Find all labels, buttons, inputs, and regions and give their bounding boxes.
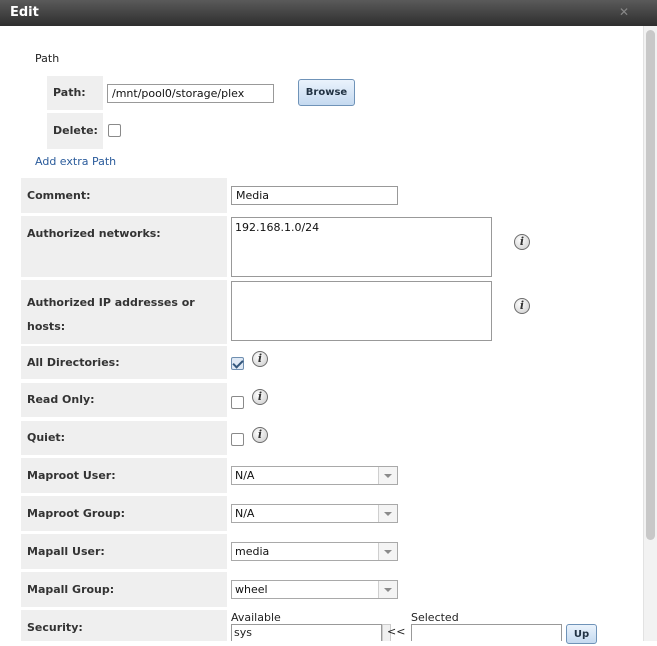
- authorized-ips-label-line2: hosts:: [27, 320, 66, 333]
- add-extra-path-link[interactable]: Add extra Path: [35, 155, 116, 168]
- read-only-checkbox[interactable]: [231, 396, 244, 409]
- mapall-user-label: Mapall User:: [21, 534, 227, 569]
- security-available-item[interactable]: sys: [232, 625, 381, 640]
- maproot-group-value: N/A: [235, 507, 255, 520]
- mapall-group-label: Mapall Group:: [21, 572, 227, 607]
- authorized-ips-textarea[interactable]: [231, 281, 492, 341]
- path-input[interactable]: [107, 84, 274, 103]
- close-icon[interactable]: ✕: [617, 5, 631, 19]
- browse-button[interactable]: Browse: [298, 79, 355, 106]
- comment-label: Comment:: [21, 178, 227, 213]
- delete-checkbox[interactable]: [108, 124, 121, 137]
- security-available-list[interactable]: sys: [231, 624, 382, 641]
- quiet-checkbox[interactable]: [231, 433, 244, 446]
- all-directories-checkbox[interactable]: [231, 357, 244, 370]
- all-directories-label: All Directories:: [21, 346, 227, 379]
- security-label: Security:: [21, 610, 227, 641]
- security-available-label: Available: [231, 611, 281, 624]
- quiet-label: Quiet:: [21, 421, 227, 455]
- chevron-down-icon[interactable]: [378, 505, 397, 522]
- maproot-group-select[interactable]: N/A: [231, 504, 398, 523]
- maproot-user-label: Maproot User:: [21, 458, 227, 493]
- authorized-networks-label: Authorized networks:: [21, 216, 227, 277]
- move-left-button[interactable]: <<: [387, 625, 405, 638]
- info-icon[interactable]: i: [514, 234, 530, 250]
- maproot-group-label: Maproot Group:: [21, 496, 227, 531]
- info-icon[interactable]: i: [252, 389, 268, 405]
- security-selected-label: Selected: [411, 611, 459, 624]
- path-label: Path:: [47, 76, 103, 110]
- move-up-button[interactable]: Up: [566, 624, 597, 644]
- chevron-down-icon[interactable]: [378, 581, 397, 598]
- mapall-group-value: wheel: [235, 583, 268, 596]
- path-legend: Path: [35, 52, 60, 65]
- mapall-user-select[interactable]: media: [231, 542, 398, 561]
- dialog-title: Edit: [10, 5, 39, 20]
- comment-input[interactable]: [231, 186, 398, 205]
- info-icon[interactable]: i: [514, 298, 530, 314]
- info-icon[interactable]: i: [252, 351, 268, 367]
- read-only-label: Read Only:: [21, 383, 227, 417]
- maproot-user-value: N/A: [235, 469, 255, 482]
- security-selected-list[interactable]: [411, 624, 562, 641]
- chevron-down-icon[interactable]: [378, 467, 397, 484]
- delete-label: Delete:: [47, 113, 103, 149]
- scrollbar-thumb[interactable]: [646, 30, 655, 540]
- maproot-user-select[interactable]: N/A: [231, 466, 398, 485]
- authorized-ips-label-line1: Authorized IP addresses or: [27, 296, 195, 309]
- chevron-down-icon[interactable]: [378, 543, 397, 560]
- mapall-user-value: media: [235, 545, 270, 558]
- authorized-networks-textarea[interactable]: 192.168.1.0/24: [231, 217, 492, 277]
- authorized-ips-label: Authorized IP addresses or hosts:: [21, 280, 227, 344]
- mapall-group-select[interactable]: wheel: [231, 580, 398, 599]
- info-icon[interactable]: i: [252, 427, 268, 443]
- dialog-titlebar: Edit ✕: [0, 0, 657, 26]
